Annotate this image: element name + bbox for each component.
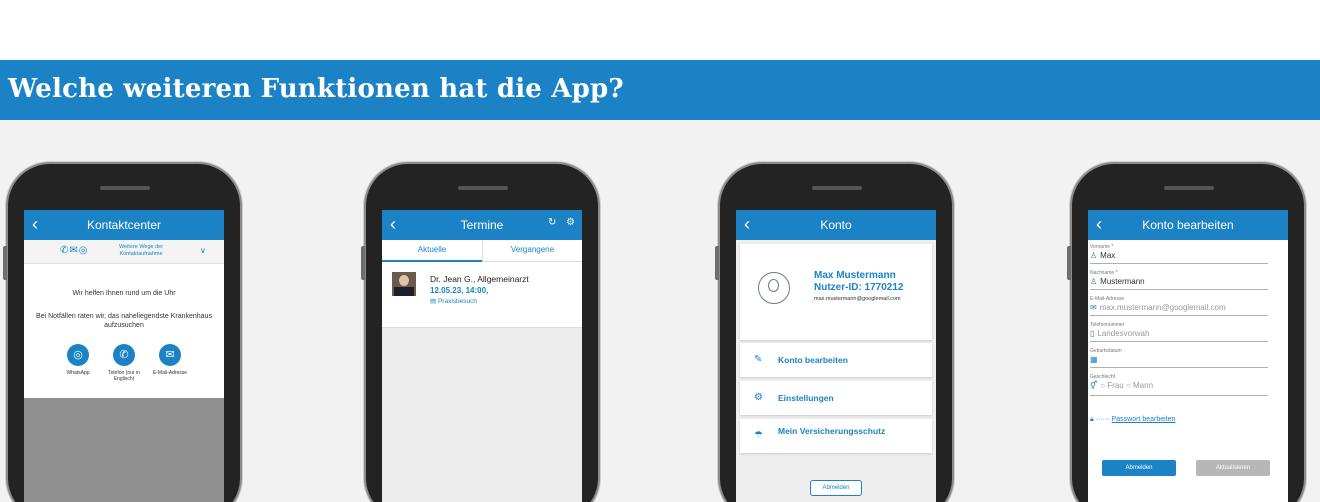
field-label: Geburtsdatum (1090, 348, 1122, 354)
umbrella-icon: ☂ (754, 430, 763, 441)
field-label: E-Mail-Adresse (1090, 296, 1125, 302)
field-value: max.mustermann@googlemail.com (1099, 303, 1226, 312)
logout-button[interactable]: Abmelden (810, 480, 862, 496)
profile-card: Max Mustermann Nutzer-ID: 1770212 max.mu… (740, 244, 932, 340)
help-text: Wir helfen Ihnen rund um die Uhr (72, 290, 176, 297)
screen-kontaktcenter: ‹ Kontaktcenter ✆✉◎ Weitere Wege der Kon… (24, 210, 224, 502)
phone-termine: ‹ Termine ↻ ⚙ Aktuelle Vergangene Dr. Je… (361, 162, 600, 502)
user-id: Nutzer-ID: 1770212 (814, 282, 904, 293)
screen-konto: ‹ Konto Max Mustermann Nutzer-ID: 177021… (736, 210, 936, 502)
emergency-text: Bei Notfällen raten wir, das naheliegend… (36, 313, 212, 329)
password-mask: ······ (1095, 416, 1110, 423)
phone-icon: ▯ (1090, 329, 1095, 338)
field-label: Telefonnummer (1090, 322, 1125, 328)
screen-termine: ‹ Termine ↻ ⚙ Aktuelle Vergangene Dr. Je… (382, 210, 582, 502)
phone-kontaktcenter: ‹ Kontaktcenter ✆✉◎ Weitere Wege der Kon… (3, 162, 242, 502)
contact-whatsapp[interactable]: ◎ WhatsApp (56, 344, 100, 376)
contact-label: Telefon (nur in Englisch) (108, 370, 140, 382)
field-value: ○ Frau ○ Mann (1100, 381, 1154, 390)
refresh-icon[interactable]: ↻ (548, 217, 556, 228)
contact-channels-bar[interactable]: ✆✉◎ Weitere Wege der Kontaktaufnahme ∨ (24, 240, 224, 264)
phone-field[interactable]: Telefonnummer ▯ Landesvorwah (1090, 322, 1268, 342)
clinic-icon: ▤ (430, 298, 438, 305)
gear-icon[interactable]: ⚙ (566, 217, 575, 228)
logout-button[interactable]: Abmelden (1102, 460, 1176, 476)
field-value: Landesvorwah (1097, 329, 1150, 338)
appointment-type-label: Praxisbesuch (437, 298, 477, 305)
whatsapp-icon: ◎ (67, 344, 89, 366)
user-email: max.mustermann@googlemail.com (814, 296, 901, 302)
empty-area (24, 398, 224, 502)
phone-konto-bearbeiten: ‹ Konto bearbeiten Vorname * ♙ Max Nachna… (1067, 162, 1306, 502)
contact-label: WhatsApp (66, 370, 90, 376)
contact-label: E-Mail-Adresse (152, 370, 188, 376)
more-contact-ways-link[interactable]: Weitere Wege der Kontaktaufnahme (110, 244, 172, 258)
contact-channels-icon: ✆✉◎ (60, 245, 89, 256)
chevron-down-icon[interactable]: ∨ (200, 246, 206, 255)
phone-konto: ‹ Konto Max Mustermann Nutzer-ID: 177021… (715, 162, 954, 502)
empty-area (382, 328, 582, 502)
email-field[interactable]: E-Mail-Adresse ✉ max.mustermann@googlemai… (1090, 296, 1268, 316)
doctor-photo (392, 272, 416, 296)
phone-side-button (715, 246, 719, 280)
first-name-field[interactable]: Vorname * ♙ Max (1090, 244, 1268, 264)
mail-icon: ✉ (1090, 303, 1097, 312)
field-label: Nachname * (1090, 270, 1118, 276)
menu-einstellungen[interactable]: ⚙ Einstellungen (740, 381, 932, 415)
field-label: Geschlecht (1090, 374, 1116, 380)
menu-versicherungsschutz[interactable]: ☂ Mein Versicherungsschutz (740, 419, 932, 453)
phone-speaker (812, 186, 862, 190)
tab-aktuelle[interactable]: Aktuelle (382, 240, 482, 262)
phone-speaker (100, 186, 150, 190)
doctor-name: Dr. Jean G., Allgemeinarzt (430, 274, 529, 284)
phone-speaker (458, 186, 508, 190)
phone-side-button (1067, 246, 1071, 280)
screen-title: Konto (820, 218, 852, 232)
section-title: Welche weiteren Funktionen hat die App? (8, 74, 624, 104)
appointment-type: ▤ Praxisbesuch (430, 297, 477, 305)
gender-field[interactable]: Geschlecht ⚥ ○ Frau ○ Mann (1090, 374, 1268, 396)
contact-email[interactable]: ✉ E-Mail-Adresse (148, 344, 192, 376)
last-name-field[interactable]: Nachname * ♙ Mustermann (1090, 270, 1268, 290)
screen-konto-bearbeiten: ‹ Konto bearbeiten Vorname * ♙ Max Nachna… (1088, 210, 1288, 502)
mail-icon: ✉ (159, 344, 181, 366)
settings-icon: ⚙ (754, 392, 763, 403)
screen-title: Konto bearbeiten (1142, 218, 1234, 232)
phone-speaker (1164, 186, 1214, 190)
user-name: Max Mustermann (814, 270, 896, 281)
app-bar: ‹ Kontaktcenter (24, 210, 224, 240)
phone-icon: ✆ (113, 344, 135, 366)
phone-side-button (3, 246, 7, 280)
appointment-card[interactable]: Dr. Jean G., Allgemeinarzt 12.05.23, 14:… (382, 262, 582, 328)
section-banner: Welche weiteren Funktionen hat die App? (0, 60, 1320, 120)
edit-icon: ✎ (754, 354, 763, 365)
tab-bar: Aktuelle Vergangene (382, 240, 582, 262)
update-button[interactable]: Aktualisieren (1196, 460, 1270, 476)
menu-label: Konto bearbeiten (778, 355, 848, 365)
edit-password-link[interactable]: Passwort bearbeiten (1112, 416, 1176, 423)
person-icon: ♙ (1090, 277, 1098, 286)
birthdate-field[interactable]: Geburtsdatum ▦ (1090, 348, 1268, 368)
field-value: Mustermann (1100, 277, 1145, 286)
appointment-datetime: 12.05.23, 14:00, (430, 286, 489, 295)
calendar-icon: ▦ (1090, 355, 1098, 364)
app-bar: ‹ Termine ↻ ⚙ (382, 210, 582, 240)
password-row: 🔒︎ ······ Passwort bearbeiten (1090, 416, 1175, 424)
phone-side-button (361, 246, 365, 280)
avatar-icon (758, 272, 790, 304)
contact-phone[interactable]: ✆ Telefon (nur in Englisch) (102, 344, 146, 382)
menu-label: Mein Versicherungsschutz (778, 426, 886, 436)
app-bar: ‹ Konto bearbeiten (1088, 210, 1288, 240)
field-value: Max (1100, 251, 1116, 260)
person-icon: ♙ (1090, 251, 1098, 260)
gender-icon: ⚥ (1090, 381, 1098, 390)
menu-label: Einstellungen (778, 393, 834, 403)
menu-konto-bearbeiten[interactable]: ✎ Konto bearbeiten (740, 343, 932, 377)
field-label: Vorname * (1090, 244, 1114, 250)
screen-title: Kontaktcenter (86, 218, 162, 232)
tab-vergangene[interactable]: Vergangene (482, 240, 582, 262)
app-bar: ‹ Konto (736, 210, 936, 240)
